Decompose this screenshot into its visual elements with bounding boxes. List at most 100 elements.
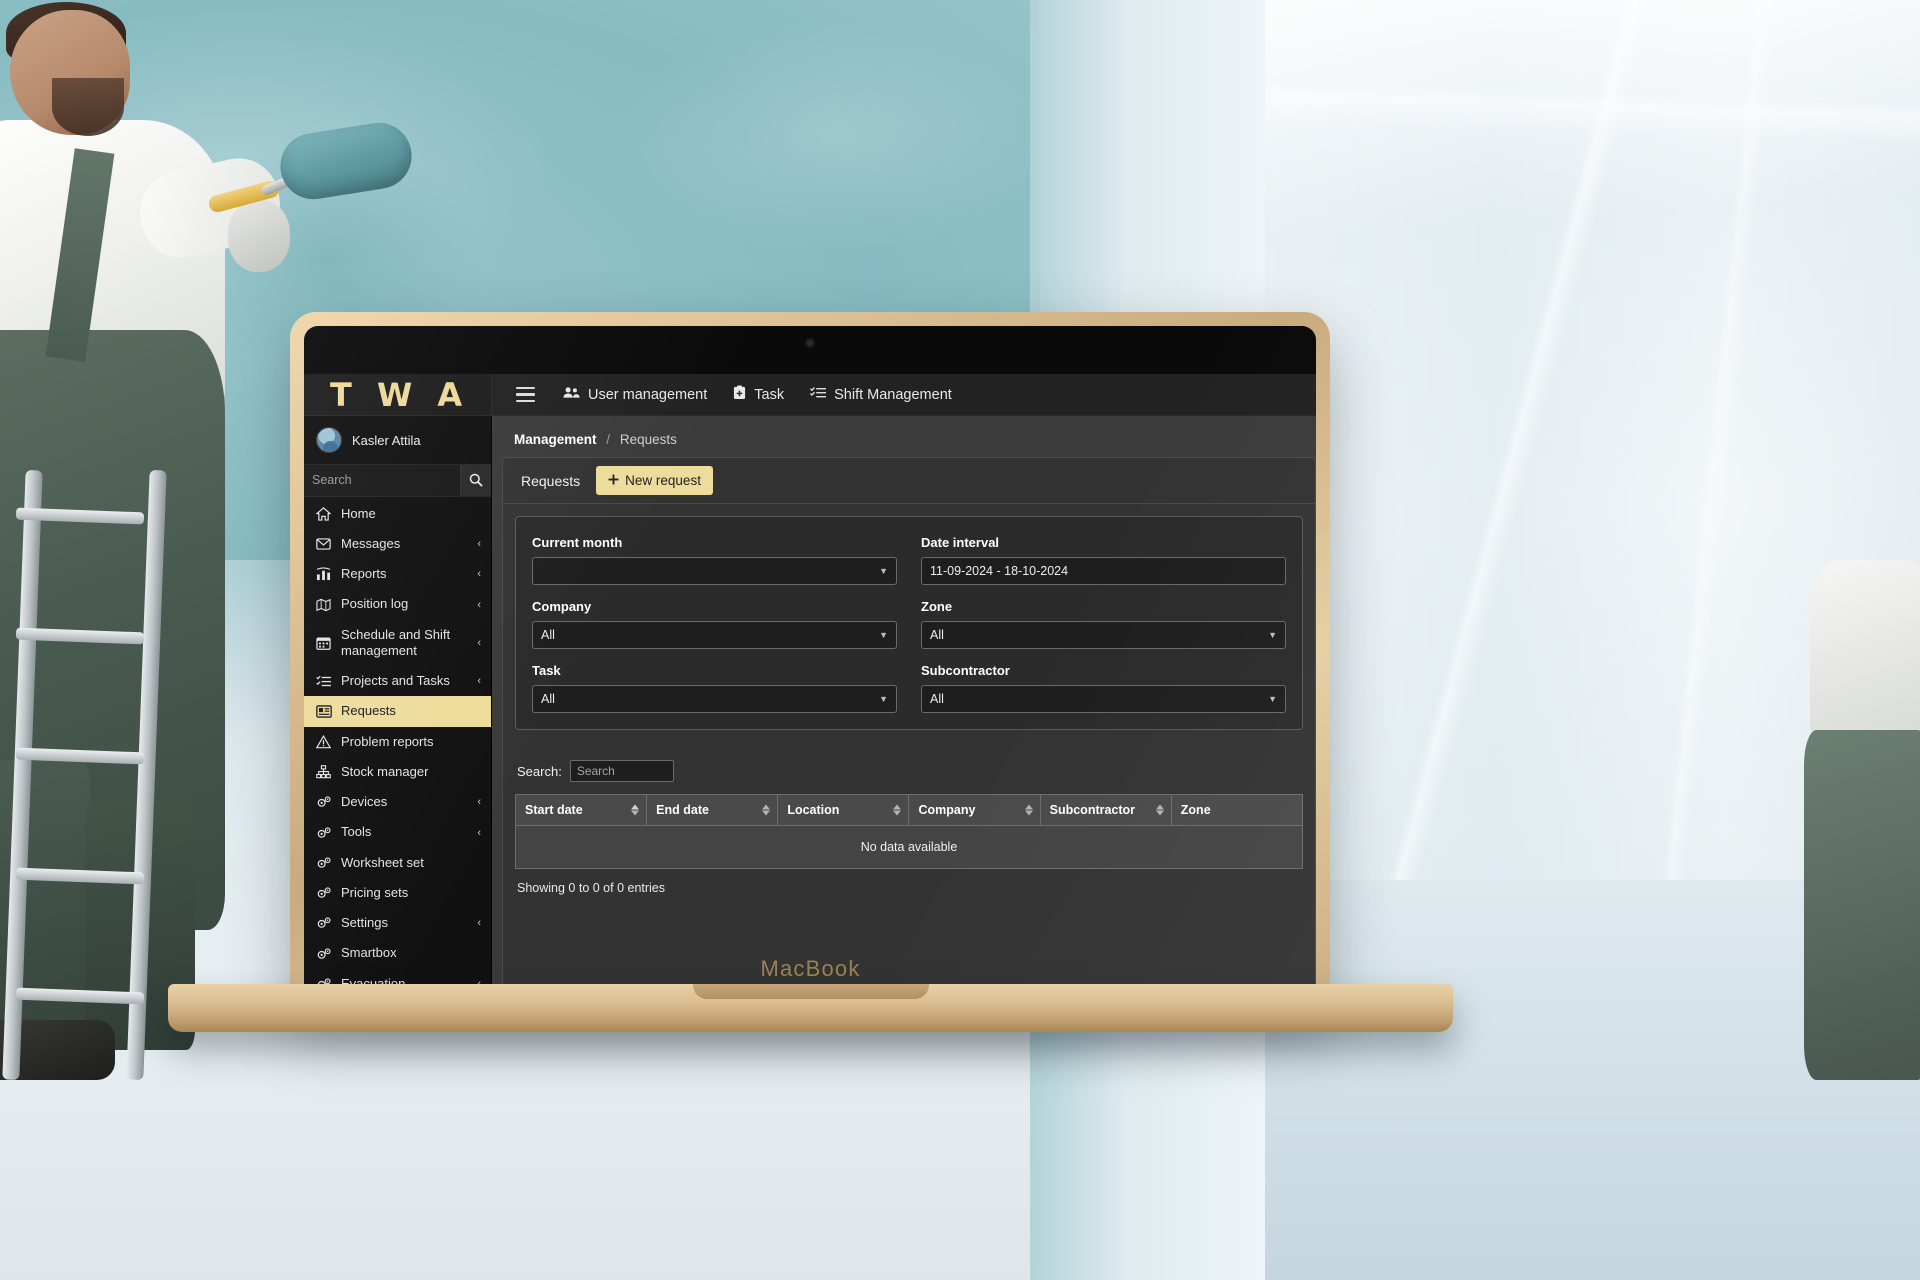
clipboard-icon [733, 385, 746, 404]
gears-icon [315, 795, 332, 809]
filter-current-month: Current month ▼ [532, 531, 897, 585]
sidebar-item-label: Home [341, 505, 376, 521]
table-body: No data available [515, 825, 1303, 869]
list-check-icon [810, 386, 827, 403]
chevron-down-icon: ▼ [879, 566, 888, 576]
user-name: Kasler Attila [352, 432, 421, 448]
task-select[interactable]: All ▼ [532, 685, 897, 713]
new-request-button[interactable]: New request [596, 466, 713, 495]
users-icon [563, 386, 580, 403]
sidebar-item-position-log[interactable]: Position log ‹ [304, 589, 491, 619]
empty-state-message: No data available [515, 825, 1303, 869]
table-search-row: Search: [517, 760, 1303, 782]
twa-logo: T W A [330, 375, 470, 414]
sidebar-item-reports[interactable]: Reports ‹ [304, 559, 491, 589]
search-input[interactable] [304, 465, 460, 496]
column-location[interactable]: Location [777, 794, 910, 826]
sidebar-item-problem-reports[interactable]: Problem reports [304, 727, 491, 757]
filter-label: Company [532, 599, 592, 614]
current-month-select[interactable]: ▼ [532, 557, 897, 585]
sidebar-item-home[interactable]: Home [304, 499, 491, 529]
table-search-label: Search: [517, 763, 562, 779]
gears-icon [315, 886, 332, 900]
filter-label: Zone [921, 599, 953, 614]
envelope-icon [315, 538, 332, 550]
sidebar-item-devices[interactable]: Devices ‹ [304, 787, 491, 817]
zone-value: All [930, 628, 944, 642]
column-company[interactable]: Company [908, 794, 1041, 826]
chevron-icon: ‹ [477, 636, 481, 649]
hamburger-icon[interactable] [514, 383, 537, 406]
chevron-down-icon: ▼ [1268, 694, 1277, 704]
sidebar-item-pricing-sets[interactable]: Pricing sets [304, 878, 491, 908]
table-head: Start date End date Location Company Sub… [514, 794, 1304, 826]
magnifier-icon[interactable] [459, 465, 491, 496]
filter-subcontractor: Subcontractor All ▼ [921, 659, 1286, 713]
column-start-date[interactable]: Start date [514, 794, 648, 826]
sidebar-item-label: Schedule and Shift management [341, 626, 451, 658]
column-subcontractor[interactable]: Subcontractor [1039, 794, 1172, 826]
sitemap-icon [315, 765, 332, 779]
nav-label: User management [588, 386, 708, 403]
subcontractor-value: All [930, 692, 944, 706]
sidebar-item-requests[interactable]: Requests [304, 696, 491, 727]
filter-label: Task [532, 663, 561, 678]
avatar [316, 427, 342, 453]
company-value: All [541, 628, 555, 642]
table-search-input[interactable] [569, 760, 674, 782]
sidebar-item-worksheet-set[interactable]: Worksheet set [304, 848, 491, 878]
sidebar-item-tools[interactable]: Tools ‹ [304, 817, 491, 847]
nav-user-management[interactable]: User management [563, 386, 707, 403]
sidebar-search [304, 465, 491, 497]
table-area: Search: Start date [503, 730, 1315, 895]
filter-task: Task All ▼ [532, 659, 897, 713]
task-list-icon [315, 675, 332, 688]
filter-zone: Zone All ▼ [921, 595, 1286, 649]
chevron-down-icon: ▼ [879, 630, 888, 640]
date-interval-input[interactable]: 11-09-2024 - 18-10-2024 [921, 557, 1286, 585]
nav-shift-management[interactable]: Shift Management [810, 386, 952, 403]
sidebar-item-settings[interactable]: Settings ‹ [304, 908, 491, 938]
zone-select[interactable]: All ▼ [921, 621, 1286, 649]
sidebar-item-label: Worksheet set [341, 854, 424, 870]
table-header-row: Start date End date Location Company Sub… [514, 794, 1304, 826]
company-select[interactable]: All ▼ [532, 621, 897, 649]
sidebar-item-schedule-shift-management[interactable]: Schedule and Shift management ‹ [304, 620, 491, 667]
ladder [0, 469, 175, 1081]
sidebar-item-label: Reports [341, 566, 387, 582]
laptop-lid: T W A User management Task Shift Managem… [290, 312, 1330, 1007]
gears-icon [315, 826, 332, 840]
breadcrumb-root[interactable]: Management [514, 432, 597, 447]
user-profile[interactable]: Kasler Attila [304, 416, 491, 465]
tab-requests[interactable]: Requests [515, 469, 586, 493]
top-bar: T W A User management Task Shift Managem… [304, 374, 1316, 416]
chevron-icon: ‹ [477, 917, 481, 930]
webcam-icon [805, 338, 815, 348]
column-label: Subcontractor [1049, 803, 1136, 817]
filter-label: Subcontractor [921, 663, 1010, 678]
sidebar-item-label: Requests [341, 703, 396, 719]
chevron-icon: ‹ [477, 675, 481, 688]
sidebar-item-label: Devices [341, 794, 388, 810]
filter-date-interval: Date interval 11-09-2024 - 18-10-2024 [921, 531, 1286, 585]
trackpad-notch [692, 984, 929, 999]
laptop-base: MacBook [168, 956, 1453, 1032]
sidebar-item-label: Settings [341, 915, 388, 931]
calendar-icon [315, 636, 332, 650]
sidebar-item-stock-manager[interactable]: Stock manager [304, 757, 491, 787]
new-request-label: New request [625, 473, 701, 488]
table-row: No data available [515, 825, 1303, 869]
filter-label: Date interval [921, 535, 1000, 550]
nav-label: Task [754, 386, 785, 403]
column-zone[interactable]: Zone [1170, 794, 1304, 826]
sidebar-item-projects-and-tasks[interactable]: Projects and Tasks ‹ [304, 666, 491, 696]
sidebar-item-messages[interactable]: Messages ‹ [304, 529, 491, 559]
macbook-device: T W A User management Task Shift Managem… [168, 312, 1453, 1032]
column-end-date[interactable]: End date [646, 794, 779, 826]
breadcrumb: Management / Requests [492, 416, 1316, 457]
chevron-icon: ‹ [477, 538, 481, 551]
subcontractor-select[interactable]: All ▼ [921, 685, 1286, 713]
sidebar-item-label: Messages [341, 535, 401, 551]
nav-task[interactable]: Task [733, 385, 784, 404]
sidebar-item-label: Projects and Tasks [341, 673, 450, 689]
